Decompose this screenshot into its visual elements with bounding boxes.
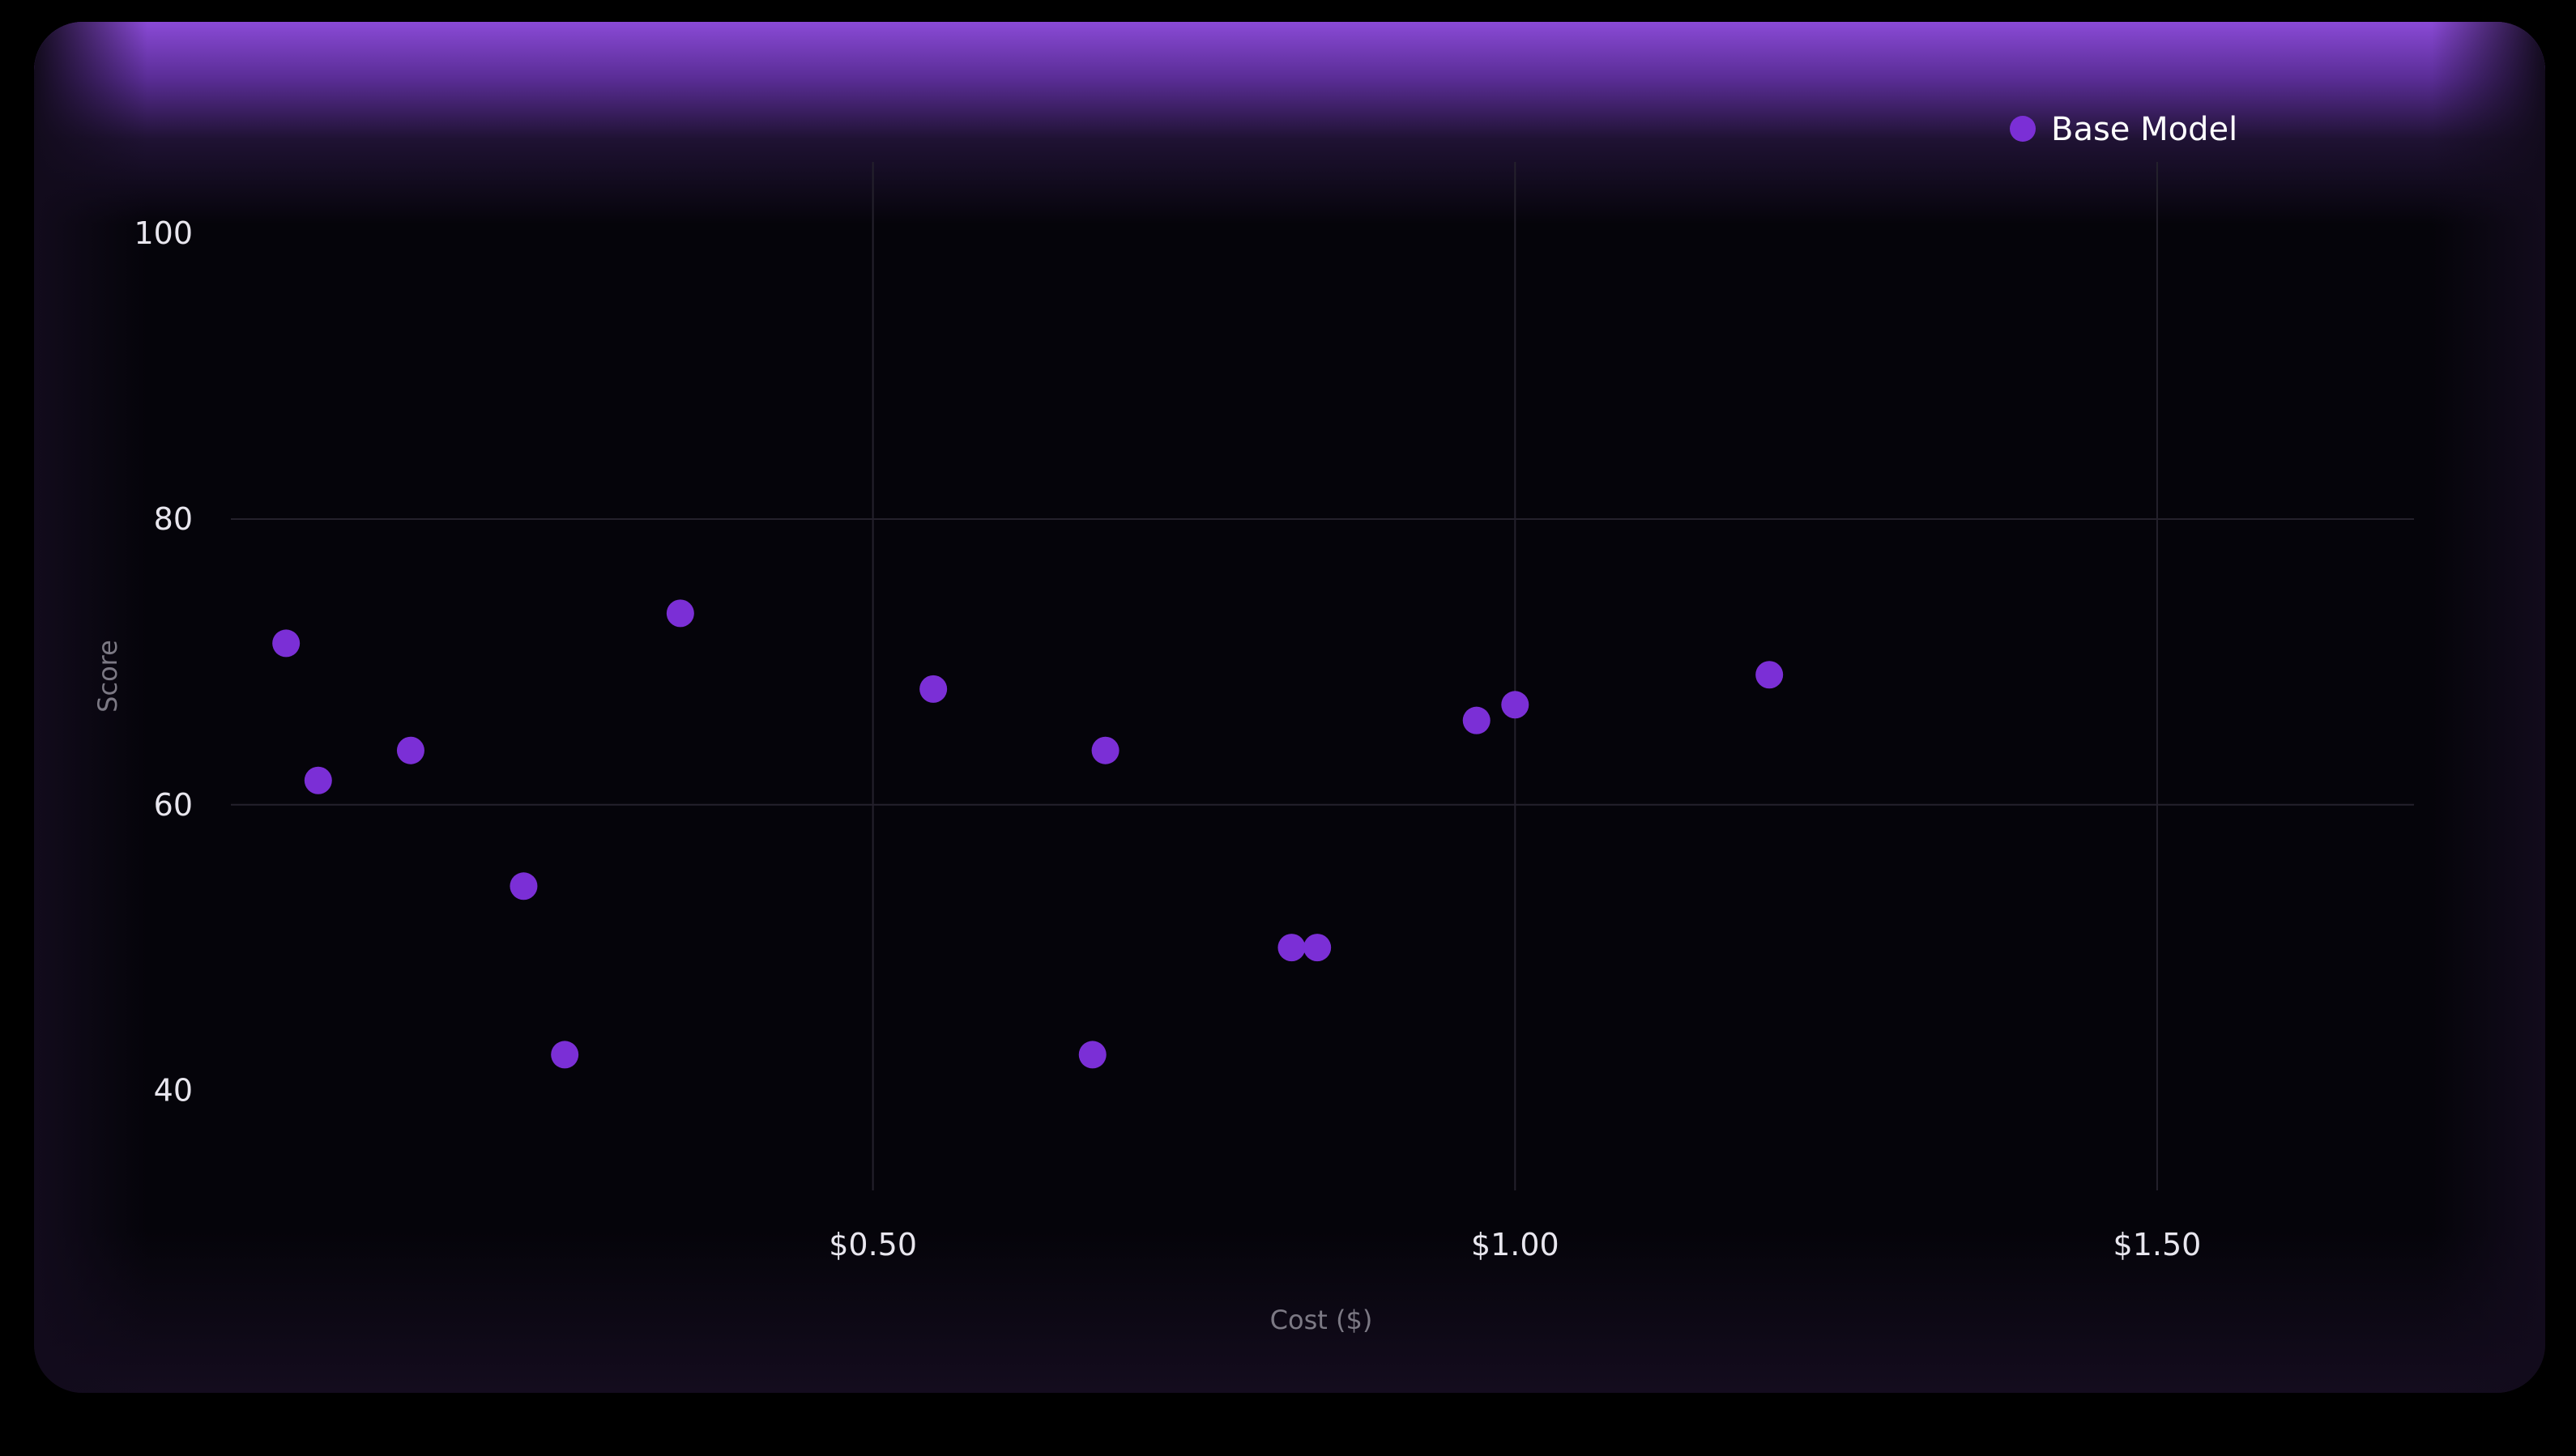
data-point[interactable] <box>304 766 332 794</box>
x-axis-title: Cost ($) <box>1270 1305 1373 1335</box>
x-tick-label: $1.00 <box>1471 1227 1559 1262</box>
data-point[interactable] <box>919 675 948 703</box>
y-tick-label: 60 <box>154 787 193 823</box>
data-point[interactable] <box>551 1041 579 1069</box>
x-tick-label: $1.50 <box>2113 1227 2202 1262</box>
legend-label-base-model: Base Model <box>2051 111 2237 148</box>
y-tick-label: 80 <box>154 501 193 537</box>
data-point[interactable] <box>666 599 694 628</box>
data-points <box>272 599 1784 1069</box>
data-point[interactable] <box>1091 736 1120 764</box>
y-axis-ticks: 40 60 80 100 <box>134 215 193 1108</box>
data-point[interactable] <box>1501 691 1529 719</box>
data-point[interactable] <box>1303 934 1332 962</box>
data-point[interactable] <box>1755 661 1784 689</box>
data-point[interactable] <box>1462 706 1491 734</box>
data-point[interactable] <box>1078 1041 1107 1069</box>
data-point[interactable] <box>272 629 301 658</box>
scatter-chart: 40 60 80 100 $0.50 $1.00 $1.50 Score Cost ($)… <box>92 111 2414 1335</box>
legend-swatch-base-model <box>2010 116 2036 142</box>
data-point[interactable] <box>510 872 538 900</box>
data-point[interactable] <box>1277 934 1306 962</box>
x-axis-ticks: $0.50 $1.00 $1.50 <box>829 1227 2201 1262</box>
y-tick-label: 40 <box>154 1073 193 1109</box>
grid <box>231 162 2414 1190</box>
data-point[interactable] <box>396 736 424 764</box>
x-tick-label: $0.50 <box>829 1227 917 1262</box>
y-tick-label: 100 <box>134 215 193 251</box>
y-axis-title: Score <box>92 640 123 713</box>
legend[interactable]: Base Model <box>2010 111 2237 148</box>
